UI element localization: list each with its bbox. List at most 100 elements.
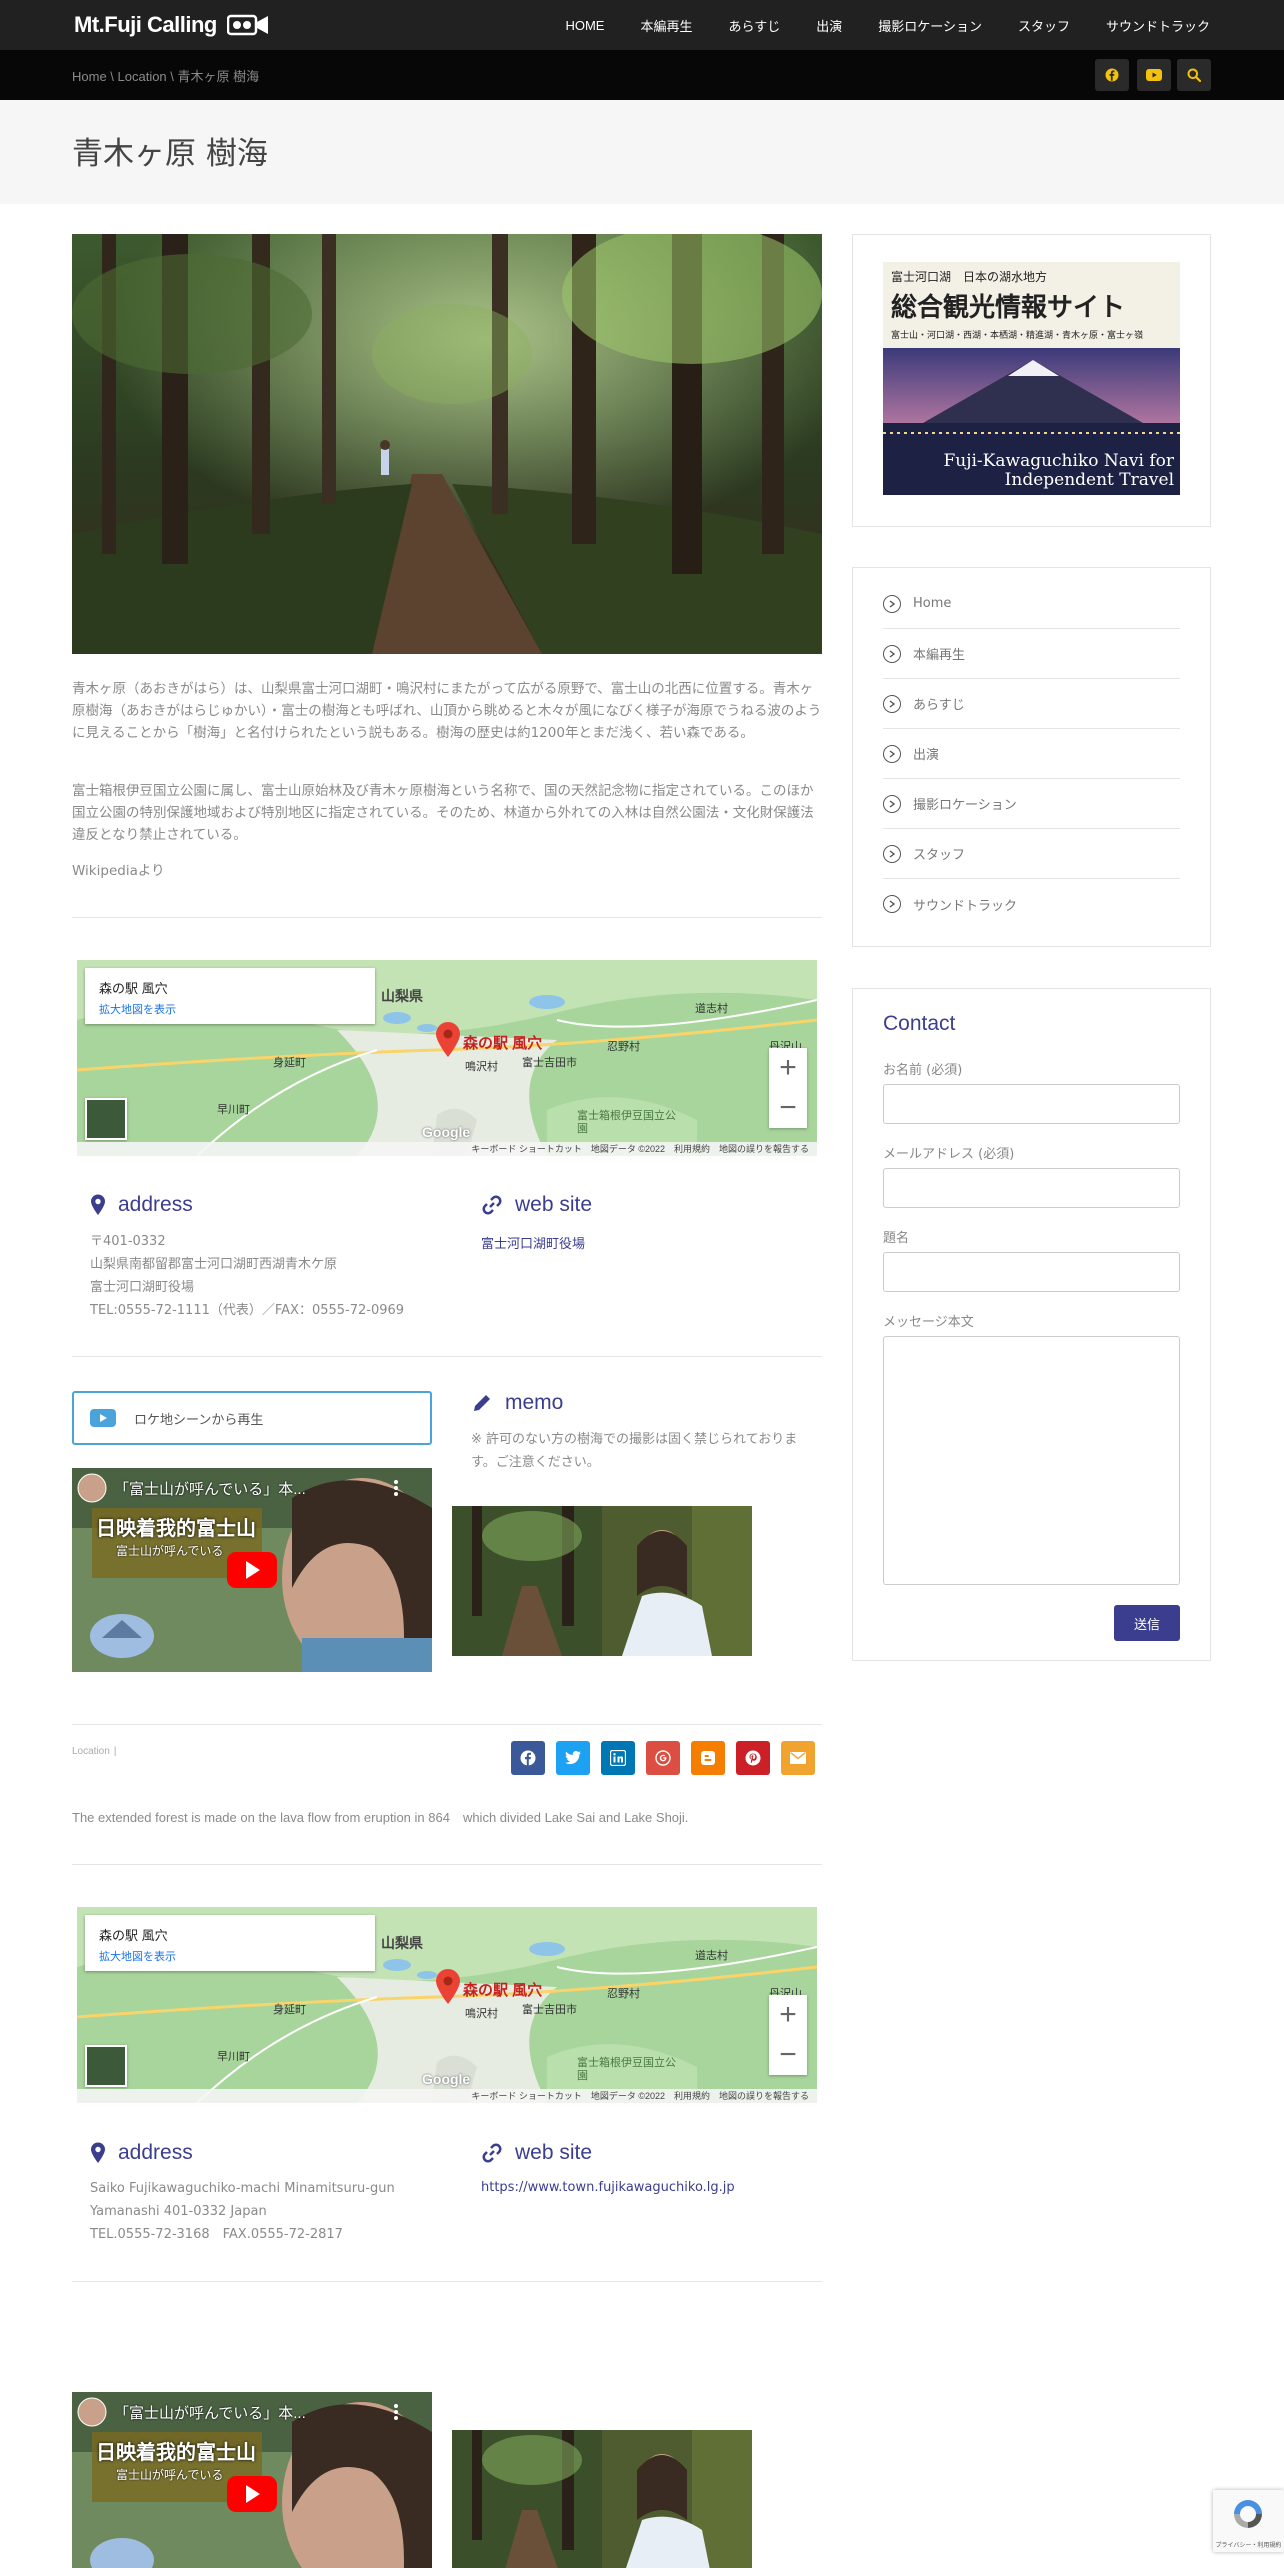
map-label-hayakawa: 早川町 (217, 1104, 250, 1116)
map-label-oshino: 忍野村 (607, 1988, 640, 2000)
recaptcha-links[interactable]: プライバシー・利用規約 (1215, 2540, 1282, 2549)
tourism-banner[interactable]: 富士河口湖 日本の湖水地方 総合観光情報サイト 富士山・河口湖・西湖・本栖湖・精… (883, 262, 1180, 495)
video-overlay-subtitle: 富士山が呼んでいる (116, 1544, 224, 1558)
share-twitter[interactable] (556, 1741, 590, 1775)
memo-text: ※ 許可のない方の樹海での撮影は固く禁じられております。ご注意ください。 (471, 1432, 798, 1470)
woman-mossy-tree-photo[interactable] (602, 1506, 752, 1656)
zoom-in-button[interactable]: + (769, 1048, 807, 1088)
map-label-national-park: 富士箱根伊豆国立公園 (577, 2057, 676, 2082)
nav-staff[interactable]: スタッフ (1018, 16, 1070, 35)
recaptcha-icon (1234, 2500, 1262, 2528)
forest-path-photo[interactable] (452, 2430, 602, 2568)
enlarge-map-link[interactable]: 拡大地図を表示 (99, 1948, 361, 1964)
nav-main-feature[interactable]: 本編再生 (640, 16, 692, 35)
map-footer[interactable]: キーボード ショートカット 地図データ ©2022 利用規約 地図の誤りを報告す… (77, 1142, 817, 1156)
map-info-card: 森の駅 風穴 拡大地図を表示 (85, 968, 375, 1024)
forest-path-photo[interactable] (452, 1506, 602, 1656)
submit-button[interactable]: 送信 (1114, 1605, 1180, 1641)
map-label-oshino: 忍野村 (607, 1041, 640, 1053)
email-field[interactable] (883, 1168, 1180, 1208)
satellite-toggle[interactable] (85, 2045, 127, 2087)
nav-location[interactable]: 撮影ロケーション (878, 16, 982, 35)
map-label-yamanashi: 山梨県 (381, 988, 423, 1004)
name-field[interactable] (883, 1084, 1180, 1124)
name-label: お名前 (必須) (883, 1063, 963, 1078)
map-label-minobu: 身延町 (273, 2004, 306, 2016)
subject-field[interactable] (883, 1252, 1180, 1292)
map-footer[interactable]: キーボード ショートカット 地図データ ©2022 利用規約 地図の誤りを報告す… (77, 2089, 817, 2103)
zoom-out-button[interactable]: − (769, 2035, 807, 2075)
facebook-icon (520, 1750, 536, 1766)
video-title[interactable]: 「富士山が呼んでいる」本... (114, 2402, 306, 2423)
youtube-button[interactable] (1137, 59, 1171, 91)
divider (72, 1356, 822, 1357)
website-link[interactable]: 富士河口湖町役場 (481, 1233, 585, 1252)
map-place-label: 森の駅 風穴 (463, 1982, 543, 1999)
map-place-name: 森の駅 風穴 (99, 1928, 168, 1943)
share-facebook[interactable] (511, 1741, 545, 1775)
nav-soundtrack[interactable]: サウンドトラック (1106, 16, 1210, 35)
address-block: 〒401-0332 山梨県南都留郡富士河口湖町西湖青木ケ原 富士河口湖町役場 T… (90, 1234, 405, 1318)
wikipedia-source: Wikipediaより (72, 863, 165, 879)
play-from-location-button[interactable]: ロケ地シーンから再生 (72, 1391, 432, 1445)
google-icon (655, 1750, 671, 1766)
blogger-icon (701, 1751, 715, 1765)
forest-hero-image (72, 234, 822, 654)
address-heading: address (90, 2141, 193, 2165)
map-place-label: 森の駅 風穴 (463, 1035, 543, 1052)
link-icon (482, 1195, 502, 1215)
facebook-button[interactable] (1095, 59, 1129, 91)
zoom-out-button[interactable]: − (769, 1088, 807, 1128)
google-map-2[interactable]: 山梨県 富士吉田市 鳴沢村 忍野村 道志村 丹沢山 早川町 身延町 富士箱根伊豆… (72, 1902, 822, 2108)
share-blogger[interactable] (691, 1741, 725, 1775)
message-textarea[interactable] (883, 1336, 1180, 1585)
category-link[interactable]: Location (72, 1746, 110, 1757)
map-pin-icon[interactable] (435, 1969, 461, 2005)
sidebar-item-synopsis[interactable]: あらすじ (883, 679, 1180, 729)
share-email[interactable] (781, 1741, 815, 1775)
youtube-video-embed[interactable]: 「富士山が呼んでいる」本... 日映着我的富士山 富士山が呼んでいる (72, 1468, 432, 1672)
divider (72, 2281, 822, 2282)
video-title[interactable]: 「富士山が呼んでいる」本... (114, 1478, 306, 1499)
share-pinterest[interactable] (736, 1741, 770, 1775)
divider (72, 1864, 822, 1865)
google-map-1[interactable]: 山梨県 富士吉田市 鳴沢村 忍野村 道志村 丹沢山 早川町 身延町 富士箱根伊豆… (72, 955, 822, 1161)
map-label-doshi: 道志村 (695, 1950, 728, 1962)
description-paragraph-1: 青木ヶ原（あおきがはら）は、山梨県富士河口湖町・鳴沢村にまたがって広がる原野で、… (72, 681, 822, 741)
map-label-yamanashi: 山梨県 (381, 1935, 423, 1951)
map-place-name: 森の駅 風穴 (99, 981, 168, 996)
breadcrumb[interactable]: Home \ Location \ 青木ヶ原 樹海 (72, 66, 259, 85)
site-logo[interactable]: Mt.Fuji Calling (74, 10, 269, 40)
nav-home[interactable]: HOME (565, 18, 604, 33)
nav-synopsis[interactable]: あらすじ (728, 16, 780, 35)
main-nav: HOME 本編再生 あらすじ 出演 撮影ロケーション スタッフ サウンドトラック (565, 0, 1210, 50)
facebook-icon (1105, 68, 1119, 82)
map-label-doshi: 道志村 (695, 1003, 728, 1015)
woman-mossy-tree-photo[interactable] (602, 2430, 752, 2568)
youtube-video-embed[interactable]: 「富士山が呼んでいる」本... 日映着我的富士山 富士山が呼んでいる (72, 2392, 432, 2568)
description-paragraph-2: 富士箱根伊豆国立公園に属し、富士山原始林及び青木ヶ原樹海という名称で、国の天然記… (72, 783, 814, 843)
sidebar-item-main-feature[interactable]: 本編再生 (883, 629, 1180, 679)
sidebar-item-soundtrack[interactable]: サウンドトラック (883, 879, 1180, 929)
map-marker-icon (91, 2142, 105, 2163)
youtube-play-icon (90, 1409, 116, 1427)
sidebar-item-staff[interactable]: スタッフ (883, 829, 1180, 879)
chevron-right-icon (883, 744, 901, 763)
chevron-right-icon (883, 794, 901, 813)
satellite-toggle[interactable] (85, 1098, 127, 1140)
sidebar-item-location[interactable]: 撮影ロケーション (883, 779, 1180, 829)
youtube-icon (1146, 69, 1162, 81)
zoom-in-button[interactable]: + (769, 1995, 807, 2035)
map-label-fujiyoshida: 富士吉田市 (522, 1057, 577, 1069)
share-google[interactable] (646, 1741, 680, 1775)
enlarge-map-link[interactable]: 拡大地図を表示 (99, 1001, 361, 1017)
nav-cast[interactable]: 出演 (816, 16, 842, 35)
share-linkedin[interactable] (601, 1741, 635, 1775)
website-link-english[interactable]: https://www.town.fujikawaguchiko.lg.jp (481, 2180, 735, 2195)
contact-heading: Contact (883, 1012, 956, 1035)
sidebar-item-cast[interactable]: 出演 (883, 729, 1180, 779)
sidebar-item-home[interactable]: Home (883, 579, 1180, 629)
search-button[interactable] (1177, 59, 1211, 91)
map-pin-icon[interactable] (435, 1022, 461, 1058)
recaptcha-badge[interactable]: プライバシー・利用規約 (1213, 2490, 1284, 2552)
